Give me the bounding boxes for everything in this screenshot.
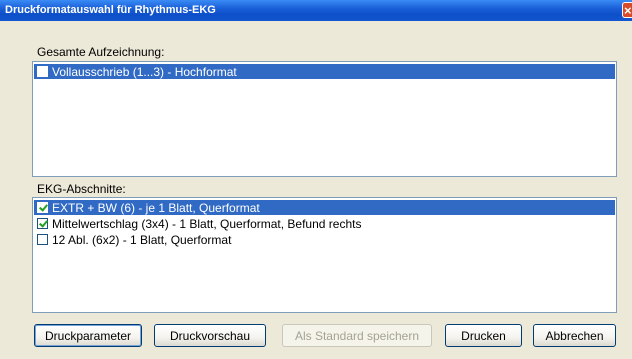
ekg-abschnitte-label: EKG-Abschnitte: xyxy=(37,182,126,196)
list-item-mittelwertschlag[interactable]: Mittelwertschlag (3x4) - 1 Blatt, Querfo… xyxy=(34,216,615,231)
list-item-label: EXTR + BW (6) - je 1 Blatt, Querformat xyxy=(52,200,260,215)
drucken-button[interactable]: Drucken xyxy=(445,324,522,347)
ekg-abschnitte-list[interactable]: EXTR + BW (6) - je 1 Blatt, Querformat M… xyxy=(32,197,617,313)
abbrechen-button[interactable]: Abbrechen xyxy=(533,324,616,347)
checkbox-mittelwertschlag[interactable] xyxy=(37,218,48,229)
druckparameter-button[interactable]: Druckparameter xyxy=(34,324,142,347)
als-standard-speichern-button: Als Standard speichern xyxy=(282,324,432,347)
list-item-label: Mittelwertschlag (3x4) - 1 Blatt, Querfo… xyxy=(52,216,362,231)
list-item-12-abl[interactable]: 12 Abl. (6x2) - 1 Blatt, Querformat xyxy=(34,232,615,247)
druckvorschau-button[interactable]: Druckvorschau xyxy=(154,324,266,347)
gesamte-aufzeichnung-label: Gesamte Aufzeichnung: xyxy=(37,45,165,59)
checkbox-12-abl[interactable] xyxy=(37,234,48,245)
window-title: Druckformatauswahl für Rhythmus-EKG xyxy=(5,4,216,16)
title-bar[interactable]: Druckformatauswahl für Rhythmus-EKG × xyxy=(0,0,632,21)
gesamte-aufzeichnung-list[interactable]: Vollausschrieb (1...3) - Hochformat xyxy=(32,61,617,177)
list-item-label: Vollausschrieb (1...3) - Hochformat xyxy=(52,64,237,79)
list-item-vollausschrieb[interactable]: Vollausschrieb (1...3) - Hochformat xyxy=(34,64,615,79)
close-icon: × xyxy=(624,3,632,18)
checkbox-vollausschrieb[interactable] xyxy=(37,66,48,77)
list-item-extr-bw[interactable]: EXTR + BW (6) - je 1 Blatt, Querformat xyxy=(34,200,615,215)
list-item-label: 12 Abl. (6x2) - 1 Blatt, Querformat xyxy=(52,232,232,247)
close-button[interactable]: × xyxy=(622,2,632,18)
checkbox-extr-bw[interactable] xyxy=(37,202,48,213)
